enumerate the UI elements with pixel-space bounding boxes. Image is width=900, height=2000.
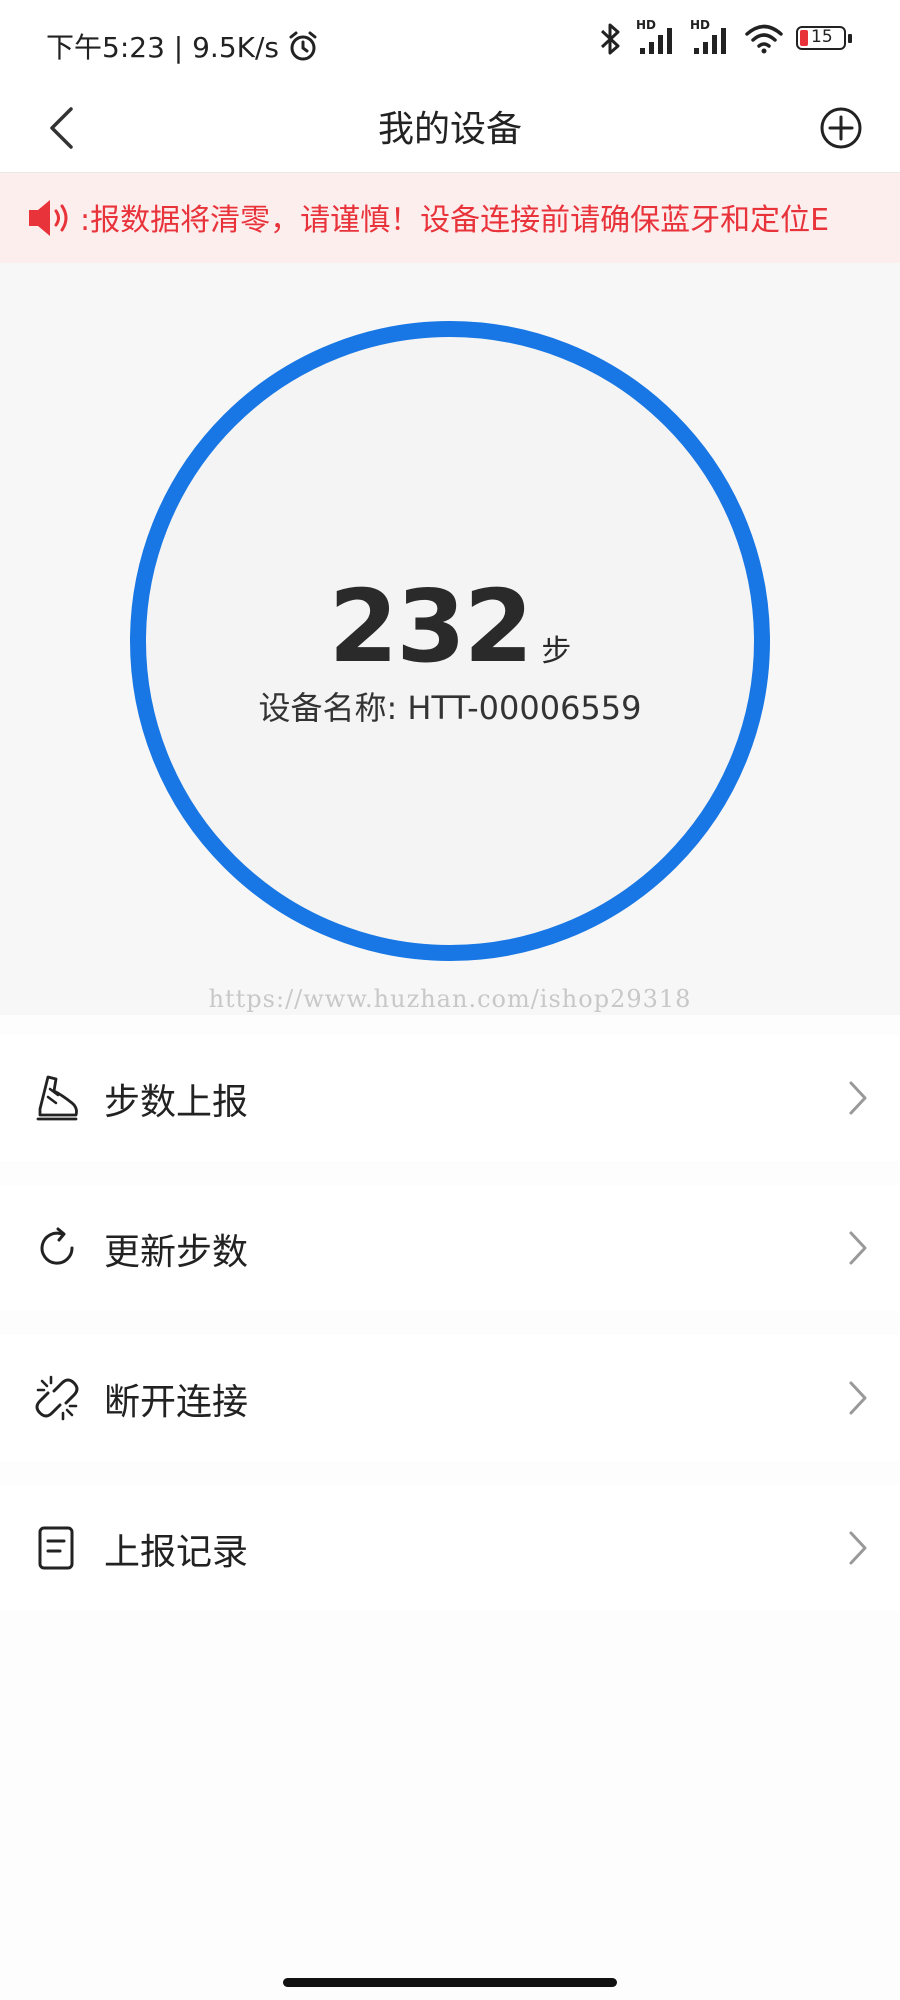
- menu-item-label: 更新步数: [104, 1232, 249, 1273]
- menu-item-update-steps[interactable]: 更新步数: [0, 1185, 900, 1311]
- speaker-icon: [29, 200, 68, 236]
- wifi-icon: [745, 24, 783, 54]
- broken-link-icon: [35, 1375, 79, 1421]
- status-time-speed: 下午5:23 | 9.5K/s: [46, 31, 280, 64]
- status-bar: 下午5:23 | 9.5K/s HD HD 15: [0, 0, 900, 86]
- notice-text: :报数据将清零，请谨慎！设备连接前请确保蓝牙和定位E: [80, 203, 830, 238]
- chevron-right-icon: [849, 1081, 867, 1115]
- bluetooth-icon: [600, 23, 620, 55]
- step-count: 232: [328, 568, 534, 685]
- chevron-right-icon: [849, 1231, 867, 1265]
- menu-item-disconnect[interactable]: 断开连接: [0, 1335, 900, 1461]
- refresh-icon: [40, 1227, 74, 1265]
- step-unit: 步: [541, 634, 572, 669]
- chevron-right-icon: [849, 1381, 867, 1415]
- signal-2: HD: [690, 18, 732, 56]
- status-right: HD HD 15: [598, 18, 854, 56]
- alarm-icon: [289, 31, 317, 61]
- notice-banner[interactable]: :报数据将清零，请谨慎！设备连接前请确保蓝牙和定位E: [0, 173, 900, 263]
- battery-level: 15: [811, 27, 833, 47]
- signal-icon: [640, 28, 672, 54]
- status-left: 下午5:23 | 9.5K/s: [46, 26, 319, 66]
- add-device-button[interactable]: [808, 96, 874, 160]
- device-name: 设备名称: HTT-00006559: [258, 689, 642, 727]
- page-title: 我的设备: [377, 109, 522, 150]
- steps-display: 232 步: [0, 568, 900, 685]
- home-indicator[interactable]: [283, 1978, 617, 1987]
- menu-list: 步数上报 更新步数 断开连接 上报记录: [0, 1035, 900, 1635]
- shoe-icon: [36, 1075, 78, 1121]
- nav-bar: 我的设备: [0, 86, 900, 173]
- menu-item-step-report[interactable]: 步数上报: [0, 1035, 900, 1161]
- chevron-right-icon: [849, 1531, 867, 1565]
- menu-item-report-history[interactable]: 上报记录: [0, 1485, 900, 1611]
- menu-item-label: 步数上报: [104, 1082, 249, 1123]
- step-dashboard: 232 步 设备名称: HTT-00006559 https://www.huzh…: [0, 263, 900, 1015]
- document-icon: [38, 1526, 74, 1570]
- signal-1: HD: [636, 18, 678, 56]
- battery-icon: 15: [796, 26, 854, 52]
- signal-icon: [694, 28, 726, 54]
- plus-circle-icon: [820, 107, 862, 149]
- menu-item-label: 断开连接: [104, 1382, 249, 1423]
- watermark: https://www.huzhan.com/ishop29318: [208, 985, 692, 1013]
- menu-item-label: 上报记录: [104, 1532, 249, 1573]
